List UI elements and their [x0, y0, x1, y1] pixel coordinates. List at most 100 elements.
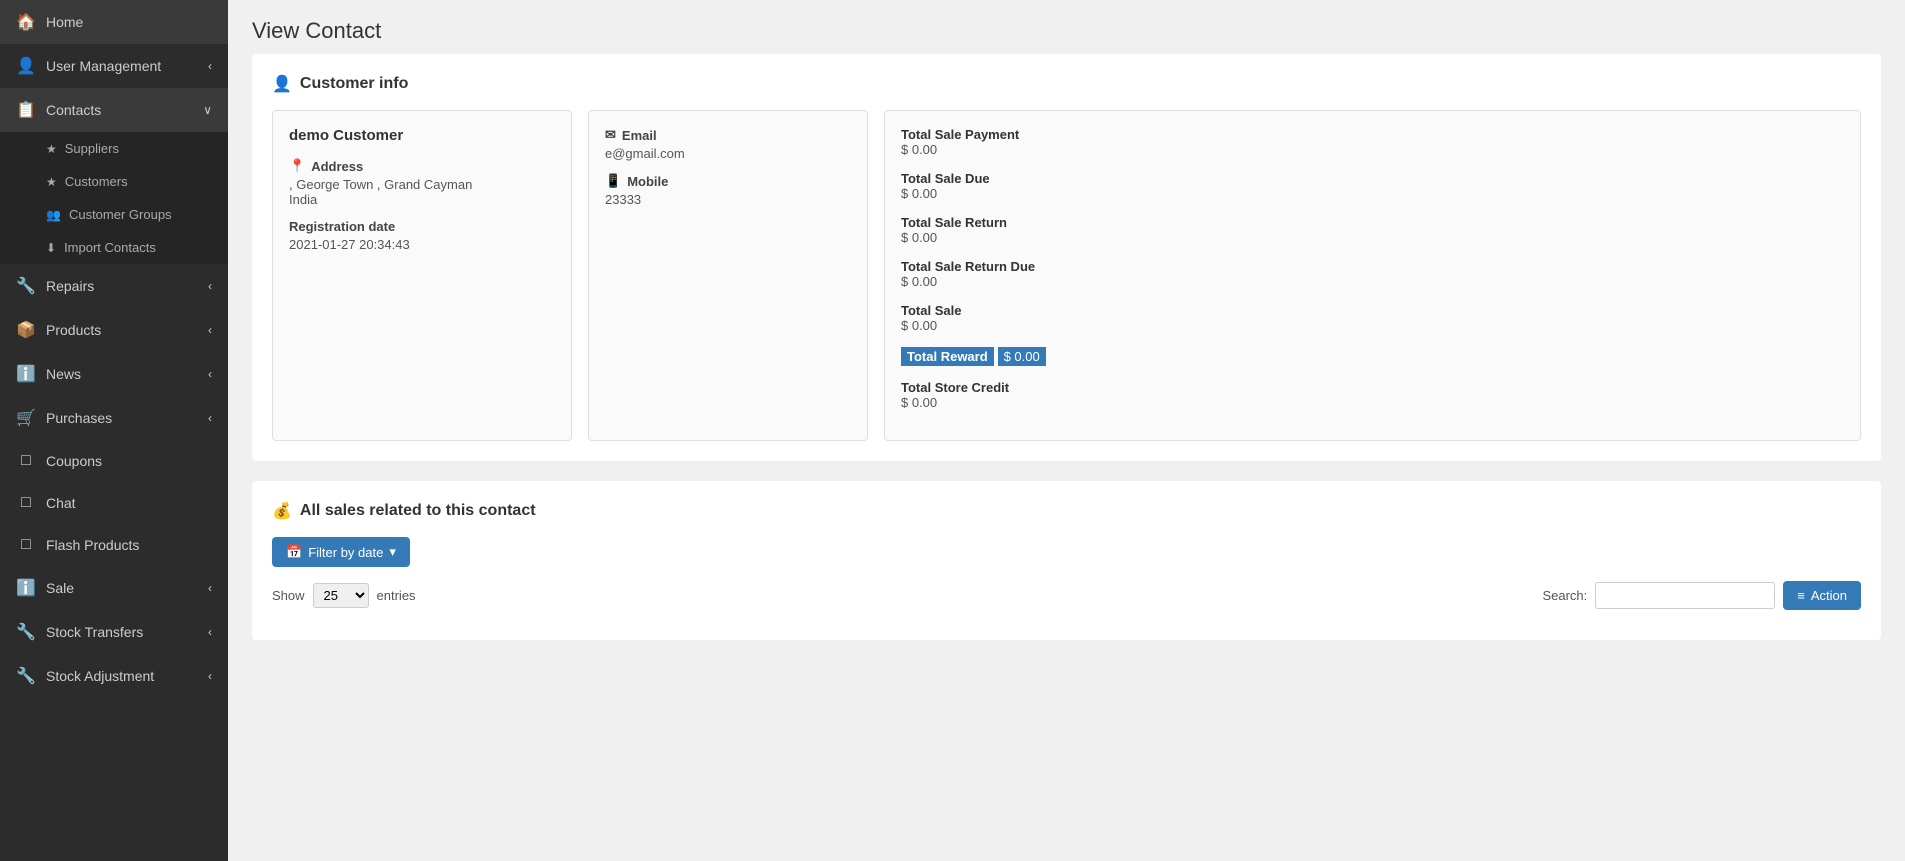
chevron-icon: ‹ — [208, 581, 212, 595]
person-icon: 👤 — [272, 74, 292, 94]
registration-date-row: Registration date 2021-01-27 20:34:43 — [289, 219, 555, 252]
main-content: View Contact 👤 Customer info demo Custom… — [228, 0, 1905, 861]
stat-value: $ 0.00 — [901, 395, 1844, 410]
sidebar-item-repairs[interactable]: 🔧 Repairs ‹ — [0, 264, 228, 308]
sidebar-item-sale[interactable]: ℹ️ Sale ‹ — [0, 566, 228, 610]
chevron-icon: ‹ — [208, 625, 212, 639]
stat-value: $ 0.00 — [998, 347, 1046, 366]
search-input[interactable] — [1595, 582, 1775, 609]
star-icon: ★ — [46, 175, 57, 189]
search-label: Search: — [1542, 588, 1587, 603]
products-icon: 📦 — [16, 320, 36, 340]
chevron-icon: ‹ — [208, 367, 212, 381]
stat-label: Total Sale Payment — [901, 127, 1844, 142]
filter-bar: 📅 Filter by date ▾ — [272, 537, 1861, 567]
stat-value: $ 0.00 — [901, 318, 1844, 333]
address-row: 📍 Address , George Town , Grand Cayman I… — [289, 158, 555, 207]
stat-label: Total Sale Due — [901, 171, 1844, 186]
stat-value: $ 0.00 — [901, 274, 1844, 289]
page-title: View Contact — [228, 0, 1905, 54]
sidebar-item-label: Products — [46, 322, 101, 338]
sidebar-item-label: Repairs — [46, 278, 94, 294]
table-controls: Show 10 25 50 100 entries Search: ≡ Acti… — [272, 581, 1861, 610]
sidebar-item-user-management[interactable]: 👤 User Management ‹ — [0, 44, 228, 88]
email-row: ✉ Email e@gmail.com — [605, 127, 851, 161]
chevron-icon: ‹ — [208, 411, 212, 425]
stat-label: Total Reward — [901, 347, 994, 366]
stat-row-total-sale: Total Sale $ 0.00 — [901, 303, 1844, 333]
address-box: demo Customer 📍 Address , George Town , … — [272, 110, 572, 441]
sales-section-title: 💰 All sales related to this contact — [272, 501, 1861, 521]
sidebar-item-label: Contacts — [46, 102, 101, 118]
show-entries: Show 10 25 50 100 entries — [272, 583, 416, 608]
entries-select[interactable]: 10 25 50 100 — [313, 583, 369, 608]
chat-icon: □ — [16, 494, 36, 512]
customer-info-card: 👤 Customer info demo Customer 📍 Address … — [252, 54, 1881, 461]
sidebar-item-home[interactable]: 🏠 Home — [0, 0, 228, 44]
content-area: 👤 Customer info demo Customer 📍 Address … — [228, 54, 1905, 684]
sidebar-item-label: Purchases — [46, 410, 112, 426]
mobile-row: 📱 Mobile 23333 — [605, 173, 851, 207]
star-icon: ★ — [46, 142, 57, 156]
sidebar-item-news[interactable]: ℹ️ News ‹ — [0, 352, 228, 396]
stats-container: Total Sale Payment $ 0.00 Total Sale Due… — [901, 127, 1844, 410]
contact-box: ✉ Email e@gmail.com 📱 Mobile 23333 — [588, 110, 868, 441]
mobile-icon: 📱 — [605, 173, 621, 189]
action-button[interactable]: ≡ Action — [1783, 581, 1861, 610]
repairs-icon: 🔧 — [16, 276, 36, 296]
stat-row-total-sale-due: Total Sale Due $ 0.00 — [901, 171, 1844, 201]
registration-date-label: Registration date — [289, 219, 555, 234]
flash-products-icon: □ — [16, 536, 36, 554]
sub-item-label: Import Contacts — [64, 240, 156, 255]
chevron-icon: ‹ — [208, 59, 212, 73]
sidebar-item-label: Stock Transfers — [46, 624, 143, 640]
sidebar-item-import-contacts[interactable]: ⬇ Import Contacts — [0, 231, 228, 264]
sidebar-item-stock-transfers[interactable]: 🔧 Stock Transfers ‹ — [0, 610, 228, 654]
calendar-icon: 📅 — [286, 544, 302, 560]
stat-value: $ 0.00 — [901, 186, 1844, 201]
email-icon: ✉ — [605, 127, 616, 143]
sidebar-item-customer-groups[interactable]: 👥 Customer Groups — [0, 198, 228, 231]
sidebar-item-coupons[interactable]: □ Coupons — [0, 440, 228, 482]
purchases-icon: 🛒 — [16, 408, 36, 428]
dropdown-icon: ▾ — [389, 544, 396, 560]
people-icon: 👥 — [46, 208, 61, 222]
stat-label: Total Sale Return — [901, 215, 1844, 230]
sidebar-item-label: Flash Products — [46, 537, 139, 553]
download-icon: ⬇ — [46, 241, 56, 255]
chevron-icon: ‹ — [208, 669, 212, 683]
chevron-icon: ‹ — [208, 323, 212, 337]
customer-info-title: 👤 Customer info — [272, 74, 1861, 94]
address-line1: , George Town , Grand Cayman — [289, 177, 555, 192]
stat-row-total-sale-return-due: Total Sale Return Due $ 0.00 — [901, 259, 1844, 289]
chevron-icon: ∨ — [203, 103, 212, 117]
user-management-icon: 👤 — [16, 56, 36, 76]
sidebar-item-label: Coupons — [46, 453, 102, 469]
sidebar-item-flash-products[interactable]: □ Flash Products — [0, 524, 228, 566]
sidebar-item-suppliers[interactable]: ★ Suppliers — [0, 132, 228, 165]
filter-by-date-button[interactable]: 📅 Filter by date ▾ — [272, 537, 410, 567]
address-line2: India — [289, 192, 555, 207]
sidebar-item-purchases[interactable]: 🛒 Purchases ‹ — [0, 396, 228, 440]
mobile-label: 📱 Mobile — [605, 173, 851, 189]
search-area: Search: ≡ Action — [1542, 581, 1861, 610]
sidebar-item-label: User Management — [46, 58, 161, 74]
address-label: 📍 Address — [289, 158, 555, 174]
stat-row-total-sale-return: Total Sale Return $ 0.00 — [901, 215, 1844, 245]
customer-name: demo Customer — [289, 127, 555, 144]
sidebar-item-chat[interactable]: □ Chat — [0, 482, 228, 524]
sidebar-item-customers[interactable]: ★ Customers — [0, 165, 228, 198]
sub-item-label: Suppliers — [65, 141, 119, 156]
sidebar-item-products[interactable]: 📦 Products ‹ — [0, 308, 228, 352]
sub-item-label: Customer Groups — [69, 207, 172, 222]
sidebar-item-contacts[interactable]: 📋 Contacts ∨ — [0, 88, 228, 132]
sidebar-item-stock-adjustment[interactable]: 🔧 Stock Adjustment ‹ — [0, 654, 228, 698]
stat-label: Total Store Credit — [901, 380, 1844, 395]
stock-adjustment-icon: 🔧 — [16, 666, 36, 686]
stat-label: Total Sale Return Due — [901, 259, 1844, 274]
sidebar-item-label: Sale — [46, 580, 74, 596]
coupons-icon: □ — [16, 452, 36, 470]
home-icon: 🏠 — [16, 12, 36, 32]
news-icon: ℹ️ — [16, 364, 36, 384]
sidebar-item-label: Stock Adjustment — [46, 668, 154, 684]
